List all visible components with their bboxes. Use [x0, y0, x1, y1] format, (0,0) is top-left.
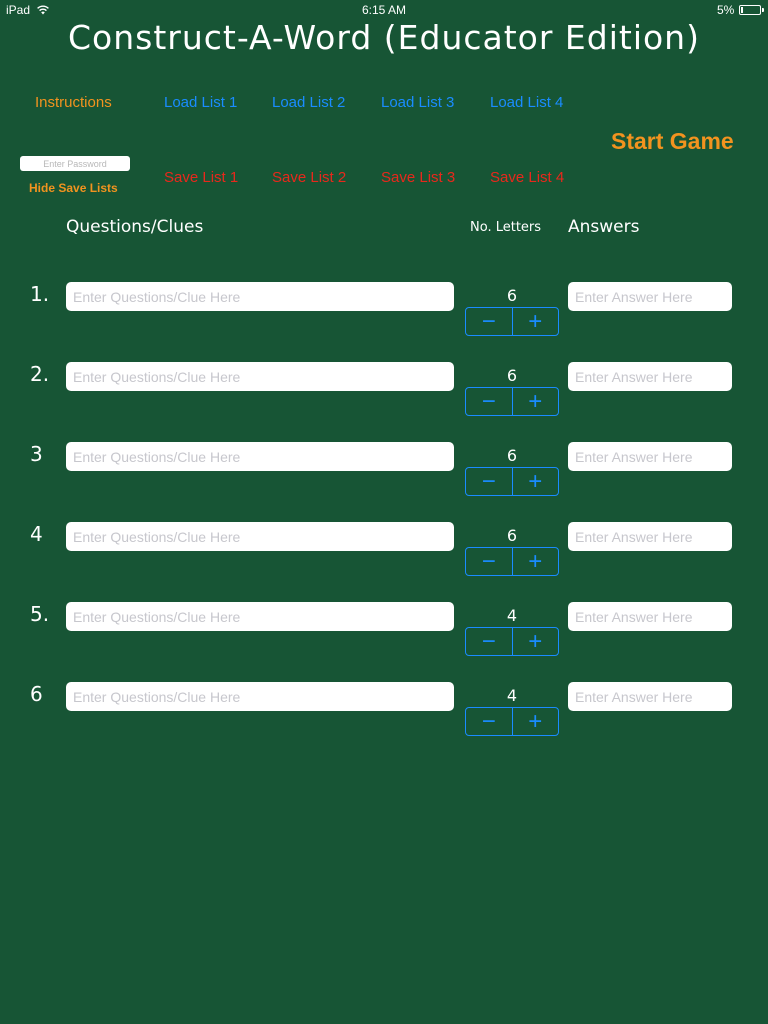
clue-input[interactable]: [66, 362, 454, 391]
save-list-3-button[interactable]: Save List 3: [381, 169, 455, 186]
letter-count: 4: [506, 606, 518, 625]
decrement-button[interactable]: −: [466, 628, 512, 655]
load-list-1-button[interactable]: Load List 1: [164, 94, 237, 111]
letter-count-stepper: − +: [465, 307, 559, 336]
answer-input[interactable]: [568, 602, 732, 631]
row-number: 1.: [30, 282, 50, 306]
increment-button[interactable]: +: [513, 468, 559, 495]
answer-input[interactable]: [568, 282, 732, 311]
decrement-button[interactable]: −: [466, 308, 512, 335]
increment-button[interactable]: +: [513, 308, 559, 335]
letter-count-stepper: − +: [465, 387, 559, 416]
increment-button[interactable]: +: [513, 708, 559, 735]
decrement-button[interactable]: −: [466, 468, 512, 495]
row-number: 5.: [30, 602, 50, 626]
load-list-4-button[interactable]: Load List 4: [490, 94, 563, 111]
clue-input[interactable]: [66, 682, 454, 711]
decrement-button[interactable]: −: [466, 388, 512, 415]
row-number: 4: [30, 522, 43, 546]
decrement-button[interactable]: −: [466, 548, 512, 575]
answers-column-header: Answers: [568, 217, 640, 237]
letter-count-stepper: − +: [465, 547, 559, 576]
row-number: 2.: [30, 362, 50, 386]
letter-count: 6: [506, 286, 518, 305]
clue-input[interactable]: [66, 602, 454, 631]
letter-count-stepper: − +: [465, 707, 559, 736]
increment-button[interactable]: +: [513, 548, 559, 575]
letter-count: 6: [506, 446, 518, 465]
answer-input[interactable]: [568, 442, 732, 471]
letters-column-header: No. Letters: [470, 220, 542, 235]
load-list-3-button[interactable]: Load List 3: [381, 94, 454, 111]
app-title: Construct-A-Word (Educator Edition): [68, 18, 700, 57]
clue-input[interactable]: [66, 442, 454, 471]
answer-input[interactable]: [568, 522, 732, 551]
row-number: 3: [30, 442, 43, 466]
status-bar: iPad 6:15 AM 5%: [0, 0, 768, 20]
status-time: 6:15 AM: [361, 3, 407, 17]
start-game-button[interactable]: Start Game: [611, 128, 734, 155]
status-battery-percent: 5%: [717, 3, 735, 17]
answer-input[interactable]: [568, 682, 732, 711]
clue-input[interactable]: [66, 522, 454, 551]
row-number: 6: [30, 682, 43, 706]
decrement-button[interactable]: −: [466, 708, 512, 735]
save-list-2-button[interactable]: Save List 2: [272, 169, 346, 186]
save-list-1-button[interactable]: Save List 1: [164, 169, 238, 186]
letter-count: 6: [506, 366, 518, 385]
letter-count-stepper: − +: [465, 467, 559, 496]
battery-icon: [739, 5, 764, 15]
answer-input[interactable]: [568, 362, 732, 391]
increment-button[interactable]: +: [513, 388, 559, 415]
questions-column-header: Questions/Clues: [66, 217, 204, 237]
clue-input[interactable]: [66, 282, 454, 311]
save-list-4-button[interactable]: Save List 4: [490, 169, 564, 186]
hide-save-lists-button[interactable]: Hide Save Lists: [29, 181, 118, 195]
letter-count: 4: [506, 686, 518, 705]
password-input[interactable]: [20, 156, 130, 171]
letter-count-stepper: − +: [465, 627, 559, 656]
increment-button[interactable]: +: [513, 628, 559, 655]
instructions-button[interactable]: Instructions: [35, 94, 112, 111]
letter-count: 6: [506, 526, 518, 545]
load-list-2-button[interactable]: Load List 2: [272, 94, 345, 111]
